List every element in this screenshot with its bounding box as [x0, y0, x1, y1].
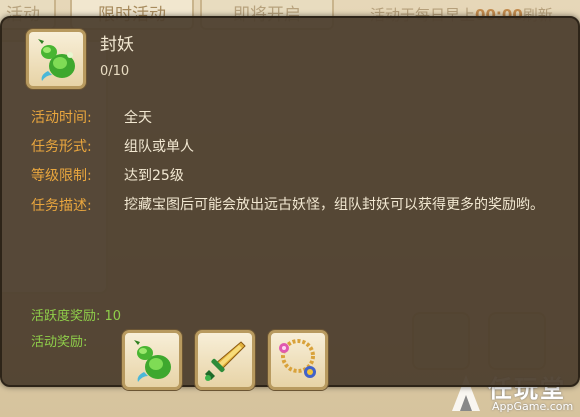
reward-slot[interactable] [268, 330, 328, 390]
reward-slot[interactable] [122, 330, 182, 390]
green-sword-icon [205, 341, 246, 381]
detail-value: 全天 [124, 110, 152, 126]
activity-icon-frame [26, 29, 86, 89]
green-gourd-icon [134, 340, 171, 382]
detail-value: 组队或单人 [124, 139, 194, 155]
detail-row-description: 任务描述: [31, 195, 124, 215]
gold-necklace-icon [279, 339, 316, 378]
detail-label: 活动时间: [31, 110, 92, 126]
activity-description: 挖藏宝图后可能会放出远古妖怪，组队封妖可以获得更多的奖励哟。 [124, 197, 544, 213]
detail-label: 任务形式: [31, 139, 92, 155]
activity-title: 封妖 [100, 35, 134, 55]
detail-row-format: 任务形式: 组队或单人 [31, 136, 194, 156]
detail-row-time: 活动时间: 全天 [31, 107, 152, 127]
reward-slot[interactable] [195, 330, 255, 390]
activity-points-reward: 活跃度奖励: 10 [31, 309, 122, 324]
detail-value: 达到25级 [124, 168, 184, 184]
activity-progress: 0/10 [100, 64, 130, 79]
detail-row-level: 等级限制: 达到25级 [31, 165, 184, 185]
watermark-site: AppGame.com [492, 400, 574, 413]
detail-label: 任务描述: [31, 198, 92, 214]
detail-label: 等级限制: [31, 168, 92, 184]
green-gourd-icon [38, 39, 75, 81]
activity-detail-popup: 封妖 0/10 活动时间: 全天 任务形式: 组队或单人 等级限制: 达到25级 任务… [0, 16, 580, 390]
rewards-label: 活动奖励: [31, 335, 88, 350]
